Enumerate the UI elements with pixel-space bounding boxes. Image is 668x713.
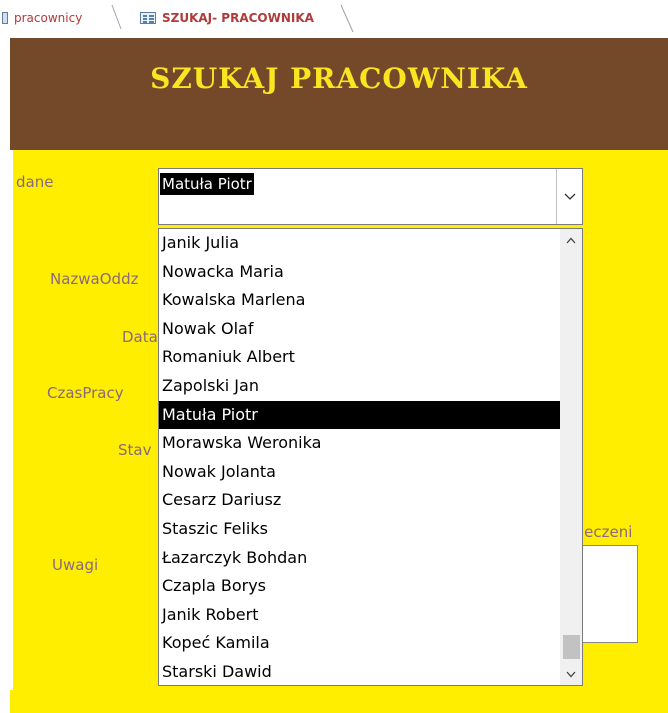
document-tab-bar: pracownicy SZUKAJ- PRACOWNIKA (0, 0, 668, 38)
dropdown-list-item[interactable]: Janik Robert (159, 601, 561, 629)
chevron-down-icon (566, 671, 576, 677)
employee-dropdown-list[interactable]: Janik Julia Nowacka Maria Kowalska Marlena… (158, 228, 583, 686)
nazwa-oddzialu-label: NazwaOddz (50, 270, 139, 288)
dropdown-list-item[interactable]: Łazarczyk Bohdan (159, 544, 561, 572)
combo-dropdown-button[interactable] (556, 169, 582, 224)
dane-label: dane (16, 173, 54, 191)
stanowisko-label: Stav (118, 441, 152, 459)
form-icon (140, 12, 156, 24)
tab-szukaj-pracownika-label: SZUKAJ- PRACOWNIKA (162, 11, 314, 25)
dropdown-list-item[interactable]: Staszic Feliks (159, 515, 561, 543)
detail-left-edge (10, 150, 13, 690)
tab-pracownicy-label: pracownicy (14, 11, 83, 25)
scroll-up-button[interactable] (560, 229, 582, 251)
scroll-down-button[interactable] (560, 663, 582, 685)
ubezpieczenie-label: ieczeni (580, 523, 633, 541)
employee-combo-box[interactable]: Matuła Piotr (158, 168, 583, 225)
data-label: Data (122, 328, 158, 346)
dropdown-list-item[interactable]: Romaniuk Albert (159, 343, 561, 371)
uwagi-label: Uwagi (52, 556, 99, 574)
dropdown-list-item[interactable]: Nowacka Maria (159, 258, 561, 286)
chevron-down-icon (564, 193, 575, 200)
dropdown-list-item[interactable]: Kopeć Kamila (159, 629, 561, 657)
form-header: SZUKAJ PRACOWNIKA (10, 38, 668, 150)
uwagi-textbox[interactable] (583, 545, 638, 643)
czas-pracy-label: CzasPracy (47, 384, 124, 402)
dropdown-list-item[interactable]: Kowalska Marlena (159, 286, 561, 314)
table-icon (2, 12, 8, 24)
dropdown-list-item[interactable]: Starski Dawid (159, 658, 561, 686)
dropdown-scrollbar[interactable] (560, 229, 582, 685)
dropdown-list-item[interactable]: Janik Julia (159, 229, 561, 257)
dropdown-list-item[interactable]: Morawska Weronika (159, 429, 561, 457)
tab-szukaj-pracownika[interactable]: SZUKAJ- PRACOWNIKA (122, 5, 350, 31)
form-title: SZUKAJ PRACOWNIKA (150, 62, 528, 95)
tab-right-edge (340, 4, 354, 33)
dropdown-list-item[interactable]: Nowak Jolanta (159, 458, 561, 486)
chevron-up-icon (566, 237, 576, 243)
detail-bottom-strip (10, 690, 668, 713)
dropdown-list-item[interactable]: Cesarz Dariusz (159, 486, 561, 514)
dropdown-list-item[interactable]: Zapolski Jan (159, 372, 561, 400)
dropdown-list-item[interactable]: Matuła Piotr (159, 400, 561, 429)
combo-selected-value: Matuła Piotr (160, 173, 254, 195)
scroll-thumb[interactable] (563, 635, 580, 659)
tab-pracownicy[interactable]: pracownicy (0, 5, 120, 31)
dropdown-list-item[interactable]: Nowak Olaf (159, 315, 561, 343)
dropdown-list-item[interactable]: Czapla Borys (159, 572, 561, 600)
